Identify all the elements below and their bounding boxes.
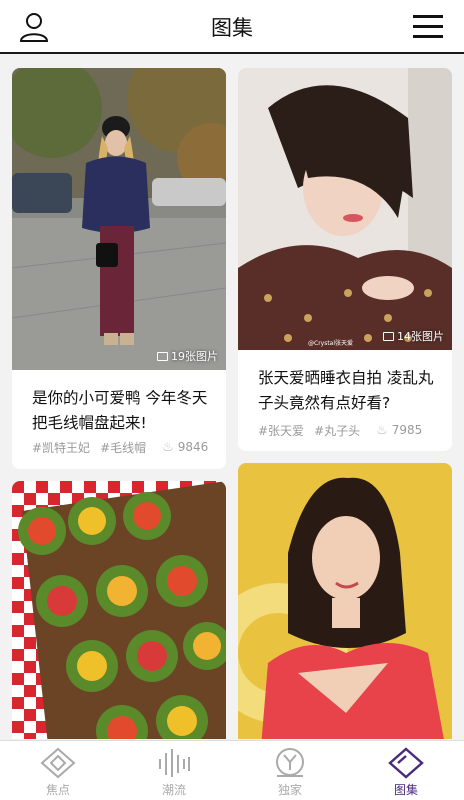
card-photo[interactable]: 19张图片 bbox=[12, 68, 226, 370]
card-title[interactable]: 是你的小可爱鸭 今年冬天把毛线帽盘起来! bbox=[32, 386, 212, 436]
tab-label: 焦点 bbox=[45, 783, 70, 797]
page-title: 图集 bbox=[211, 16, 253, 40]
card-meta: #凯特王妃 #毛线帽 ♨ 9846 bbox=[32, 437, 214, 457]
tab-focus[interactable]: 焦点 bbox=[0, 741, 116, 800]
card-photo[interactable]: @Crystal张天爱 14张图片 bbox=[238, 68, 452, 350]
picture-icon bbox=[157, 351, 168, 361]
photo-watermark: @Crystal张天爱 bbox=[308, 339, 353, 347]
image-count-badge: 14张图片 bbox=[383, 328, 444, 344]
tab-label: 图集 bbox=[393, 783, 418, 797]
gallery-card[interactable]: 19张图片 是你的小可爱鸭 今年冬天把毛线帽盘起来! #凯特王妃 #毛线帽 ♨ … bbox=[12, 68, 226, 469]
card-photo[interactable] bbox=[238, 463, 452, 739]
image-count-badge: 19张图片 bbox=[157, 348, 218, 364]
gallery-feed[interactable]: 19张图片 是你的小可爱鸭 今年冬天把毛线帽盘起来! #凯特王妃 #毛线帽 ♨ … bbox=[0, 56, 464, 739]
tab-gallery[interactable]: 图集 bbox=[348, 741, 464, 800]
tab-label: 潮流 bbox=[161, 783, 186, 797]
picture-icon bbox=[383, 331, 394, 341]
hot-count: 7985 bbox=[391, 423, 423, 437]
tag-link[interactable]: #凯特王妃 bbox=[32, 439, 90, 456]
bottom-tab-bar: 焦点 潮流 独家 图集 bbox=[0, 740, 464, 800]
menu-icon[interactable] bbox=[412, 13, 444, 41]
tag-link[interactable]: #丸子头 bbox=[314, 422, 360, 439]
tag-link[interactable]: #毛线帽 bbox=[100, 439, 146, 456]
flame-icon: ♨ bbox=[376, 422, 388, 438]
exclusive-y-icon bbox=[276, 748, 304, 777]
card-meta: #张天爱 #丸子头 ♨ 7985 bbox=[258, 420, 440, 440]
tab-trend[interactable]: 潮流 bbox=[116, 741, 232, 800]
focus-diamond-icon bbox=[40, 747, 76, 779]
gallery-card[interactable]: @Crystal张天爱 14张图片 张天爱晒睡衣自拍 凌乱丸子头竟然有点好看? … bbox=[238, 68, 452, 451]
top-bar: 图集 bbox=[0, 0, 464, 54]
gallery-card[interactable] bbox=[12, 481, 226, 739]
trend-bars-icon bbox=[159, 749, 190, 777]
tab-label: 独家 bbox=[277, 783, 302, 797]
gallery-diamond-icon bbox=[388, 747, 424, 779]
card-photo[interactable] bbox=[12, 481, 226, 739]
hot-count: 9846 bbox=[177, 440, 209, 454]
tag-link[interactable]: #张天爱 bbox=[258, 422, 304, 439]
gallery-card[interactable] bbox=[238, 463, 452, 739]
flame-icon: ♨ bbox=[162, 439, 174, 455]
tab-exclusive[interactable]: 独家 bbox=[232, 741, 348, 800]
card-title[interactable]: 张天爱晒睡衣自拍 凌乱丸子头竟然有点好看? bbox=[258, 366, 438, 416]
